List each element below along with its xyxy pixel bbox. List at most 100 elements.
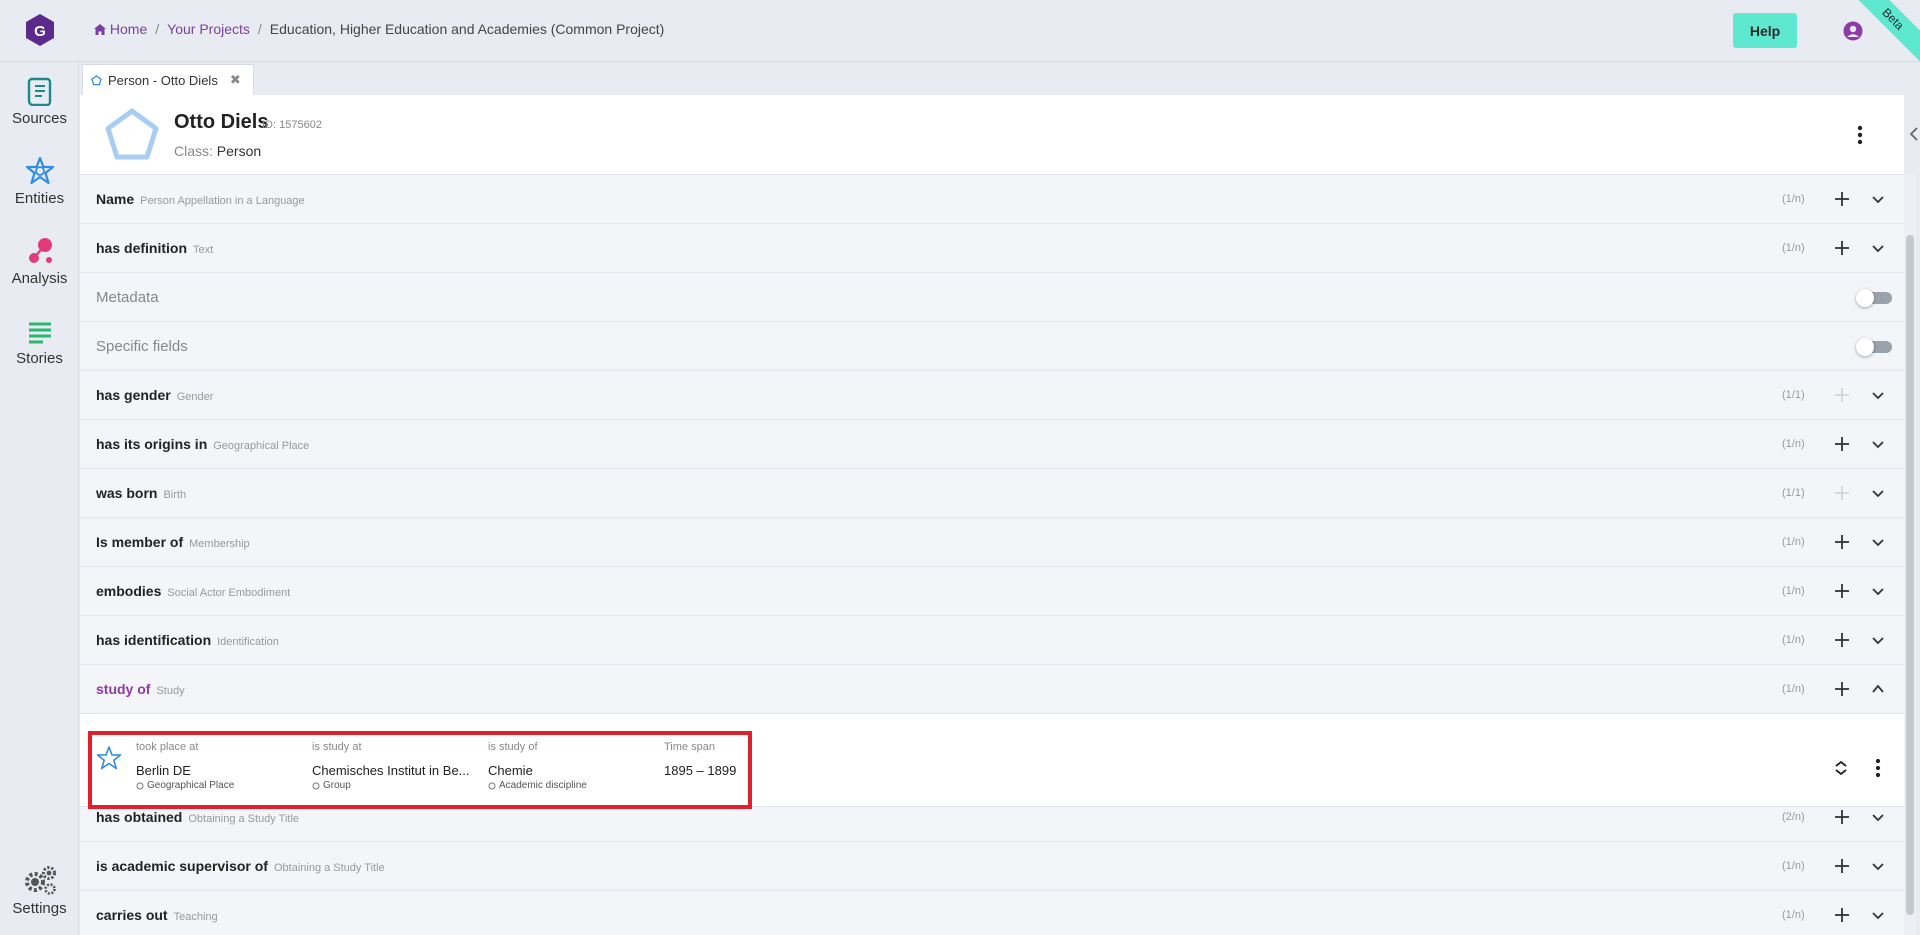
field-cardinality: (1/n) bbox=[1782, 438, 1805, 450]
collapse-panel-chevron-icon[interactable] bbox=[1908, 126, 1920, 142]
col-value-link[interactable]: Chemie bbox=[488, 763, 648, 778]
chevron-down-icon[interactable] bbox=[1870, 485, 1886, 501]
field-cardinality: (1/n) bbox=[1782, 585, 1805, 597]
help-button[interactable]: Help bbox=[1733, 13, 1797, 48]
section-toggle[interactable] bbox=[1856, 338, 1892, 356]
field-label-text: embodies bbox=[96, 583, 162, 599]
class-circle-icon bbox=[312, 782, 320, 789]
chevron-down-icon[interactable] bbox=[1870, 809, 1886, 825]
add-icon[interactable] bbox=[1832, 434, 1852, 454]
field-row-name[interactable]: Name Person Appellation in a Language (1/n… bbox=[80, 175, 1904, 224]
field-target-class: Birth bbox=[163, 489, 187, 501]
person-entity-icon bbox=[105, 108, 159, 160]
tab-close-icon[interactable]: ✖ bbox=[230, 72, 241, 88]
tab-label: Person - Otto Diels bbox=[108, 72, 218, 88]
user-account-icon[interactable] bbox=[1843, 21, 1863, 41]
sidebar-item-label: Sources bbox=[11, 110, 68, 127]
field-cardinality: (1/n) bbox=[1782, 634, 1805, 646]
field-label-text: carries out bbox=[96, 907, 168, 923]
add-icon[interactable] bbox=[1832, 679, 1852, 699]
field-row-is-academic-supervisor-of[interactable]: is academic supervisor of Obtaining a Stu… bbox=[80, 842, 1904, 891]
chevron-down-icon[interactable] bbox=[1870, 191, 1886, 207]
sidebar-item-label: Entities bbox=[14, 190, 65, 207]
class-value: Person bbox=[216, 143, 262, 159]
field-cardinality: (1/n) bbox=[1782, 683, 1805, 695]
chevron-down-icon[interactable] bbox=[1870, 583, 1886, 599]
scrollbar-thumb[interactable] bbox=[1906, 235, 1914, 915]
col-class-label: Geographical Place bbox=[147, 780, 235, 791]
sidebar-item-analysis[interactable]: Analysis bbox=[0, 236, 79, 306]
breadcrumb-home-label: Home bbox=[109, 21, 148, 37]
field-row-embodies[interactable]: embodies Social Actor Embodiment (1/n) bbox=[80, 567, 1904, 616]
settings-icon bbox=[24, 866, 56, 895]
field-cardinality: (1/n) bbox=[1782, 193, 1805, 205]
field-row-study-of[interactable]: study of Study (1/n) bbox=[80, 665, 1904, 714]
field-target-class: Obtaining a Study Title bbox=[188, 813, 300, 825]
chevron-down-icon[interactable] bbox=[1870, 534, 1886, 550]
add-icon[interactable] bbox=[1832, 807, 1852, 827]
section-specific-fields[interactable]: Specific fields bbox=[80, 322, 1904, 371]
field-row-carries-out[interactable]: carries out Teaching (1/n) bbox=[80, 891, 1904, 935]
more-options-icon[interactable] bbox=[1850, 123, 1870, 147]
col-class: Group bbox=[312, 780, 472, 791]
sidebar-item-sources[interactable]: Sources bbox=[0, 76, 79, 146]
field-label-text: Is member of bbox=[96, 534, 184, 550]
sidebar-item-entities[interactable]: Entities bbox=[0, 156, 79, 226]
field-label: Name Person Appellation in a Language bbox=[96, 191, 305, 207]
add-icon[interactable] bbox=[1832, 238, 1852, 258]
statement-col-is-study-at: is study at Chemisches Institut in Be...… bbox=[312, 741, 472, 791]
section-label: Specific fields bbox=[96, 338, 188, 355]
field-target-class: Social Actor Embodiment bbox=[167, 587, 291, 599]
sidebar-item-stories[interactable]: Stories bbox=[0, 316, 79, 386]
add-icon[interactable] bbox=[1832, 532, 1852, 552]
field-label: is academic supervisor of Obtaining a Stu… bbox=[96, 858, 385, 874]
breadcrumb-home[interactable]: Home bbox=[94, 21, 147, 37]
statement-col-time-span: Time span 1895 – 1899 bbox=[664, 741, 744, 778]
star-icon[interactable] bbox=[96, 745, 122, 771]
geovistory-logo-icon[interactable]: G bbox=[24, 13, 56, 47]
col-value-link[interactable]: Chemisches Institut in Be... bbox=[312, 763, 472, 778]
breadcrumb-separator: / bbox=[155, 21, 160, 37]
collapse-double-chevron-icon[interactable] bbox=[1832, 759, 1850, 777]
field-cardinality: (1/1) bbox=[1782, 389, 1805, 401]
section-metadata[interactable]: Metadata bbox=[80, 273, 1904, 322]
add-icon[interactable] bbox=[1832, 856, 1852, 876]
field-label-text: study of bbox=[96, 681, 151, 697]
field-row-has-identification[interactable]: has identification Identification (1/n) bbox=[80, 616, 1904, 665]
toggle-knob bbox=[1856, 289, 1874, 307]
col-value-link[interactable]: 1895 – 1899 bbox=[664, 763, 744, 778]
col-header: is study of bbox=[488, 741, 538, 753]
field-row-has-definition[interactable]: has definition Text (1/n) bbox=[80, 224, 1904, 273]
sidebar-item-settings[interactable]: Settings bbox=[0, 864, 79, 934]
scrollbar[interactable] bbox=[1904, 175, 1916, 935]
field-target-class: Person Appellation in a Language bbox=[140, 195, 305, 207]
section-toggle[interactable] bbox=[1856, 289, 1892, 307]
add-icon[interactable] bbox=[1832, 630, 1852, 650]
field-row-has-its-origins-in[interactable]: has its origins in Geographical Place (1/n… bbox=[80, 420, 1904, 469]
chevron-down-icon[interactable] bbox=[1870, 387, 1886, 403]
study-statement[interactable]: took place at Berlin DE Geographical Pla… bbox=[80, 729, 1904, 809]
tab-person-otto-diels[interactable]: Person - Otto Diels ✖ bbox=[82, 64, 254, 95]
chevron-down-icon[interactable] bbox=[1870, 907, 1886, 923]
breadcrumb-your-projects[interactable]: Your Projects bbox=[167, 21, 250, 37]
chevron-down-icon[interactable] bbox=[1870, 632, 1886, 648]
field-label: has obtained Obtaining a Study Title bbox=[96, 809, 299, 825]
add-icon[interactable] bbox=[1832, 581, 1852, 601]
chevron-down-icon[interactable] bbox=[1870, 240, 1886, 256]
field-row-was-born[interactable]: was born Birth (1/1) bbox=[80, 469, 1904, 518]
field-label-text: has gender bbox=[96, 387, 171, 403]
add-icon[interactable] bbox=[1832, 905, 1852, 925]
entity-title: Otto Diels bbox=[174, 111, 269, 133]
field-target-class: Teaching bbox=[173, 911, 218, 923]
chevron-down-icon[interactable] bbox=[1870, 858, 1886, 874]
add-icon[interactable] bbox=[1832, 189, 1852, 209]
chevron-up-icon[interactable] bbox=[1870, 681, 1886, 697]
field-row-has-gender[interactable]: has gender Gender (1/1) bbox=[80, 371, 1904, 420]
field-row-is-member-of[interactable]: Is member of Membership (1/n) bbox=[80, 518, 1904, 567]
sidebar-item-label: Settings bbox=[12, 900, 67, 917]
col-value-link[interactable]: Berlin DE bbox=[136, 763, 296, 778]
statement-more-options-icon[interactable] bbox=[1871, 757, 1885, 779]
chevron-down-icon[interactable] bbox=[1870, 436, 1886, 452]
breadcrumb-separator: / bbox=[257, 21, 262, 37]
toggle-knob bbox=[1856, 338, 1874, 356]
